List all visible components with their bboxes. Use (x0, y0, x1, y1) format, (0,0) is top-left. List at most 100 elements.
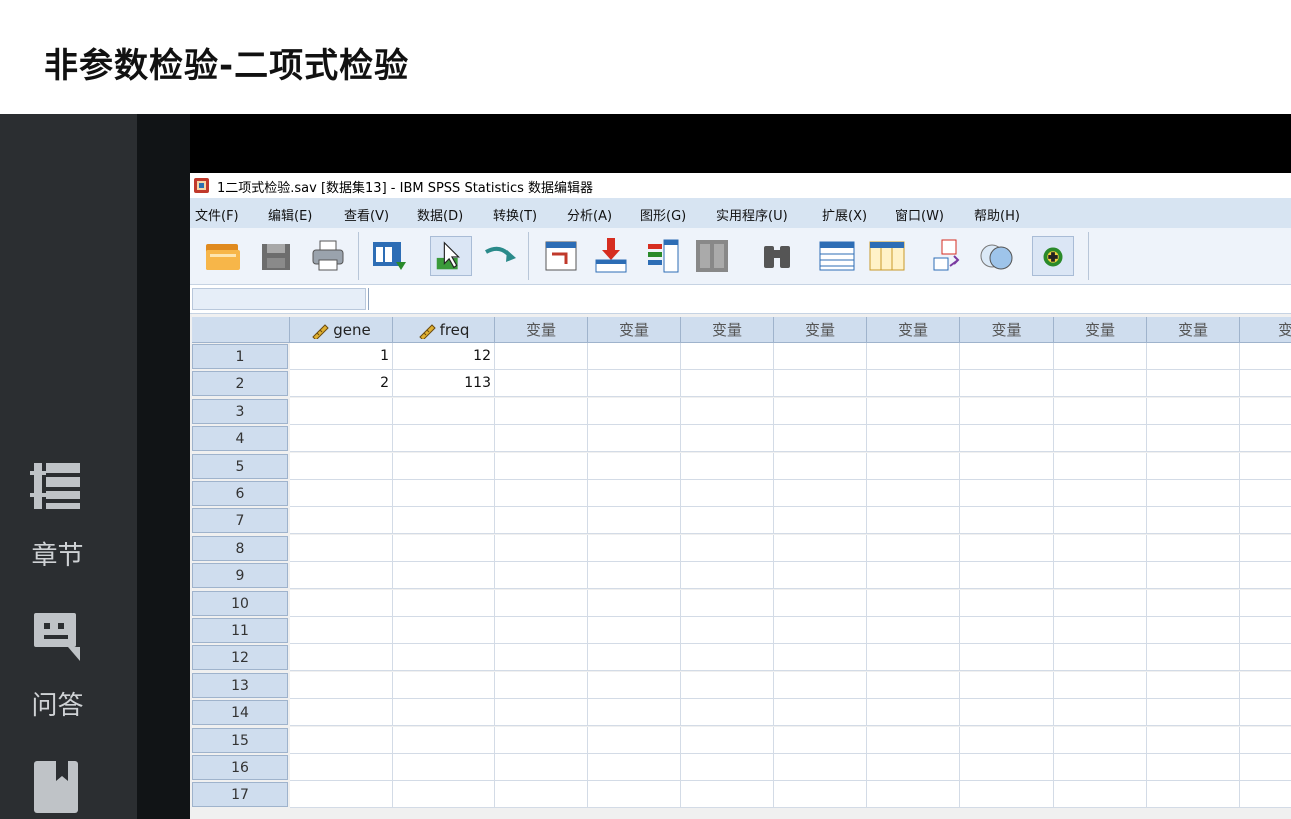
table-cell[interactable] (1240, 671, 1291, 699)
table-cell[interactable] (495, 507, 588, 535)
menu-transform[interactable]: 转换(T) (493, 205, 537, 224)
table-cell[interactable] (867, 589, 960, 617)
table-cell[interactable] (1054, 589, 1147, 617)
menu-view[interactable]: 查看(V) (344, 205, 389, 224)
table-cell[interactable] (1240, 589, 1291, 617)
table-cell[interactable] (774, 754, 867, 781)
table-cell[interactable] (867, 617, 960, 644)
table-cell[interactable] (588, 589, 681, 617)
table-cell[interactable] (681, 480, 774, 507)
table-cell[interactable] (1147, 699, 1240, 727)
table-cell[interactable] (960, 425, 1054, 453)
table-cell[interactable] (681, 644, 774, 672)
save-icon[interactable] (256, 236, 298, 276)
table-cell[interactable] (290, 699, 393, 727)
table-cell[interactable] (290, 617, 393, 644)
table-cell[interactable] (1240, 562, 1291, 590)
table-cell[interactable] (588, 781, 681, 809)
table-cell[interactable] (1240, 617, 1291, 644)
row-header[interactable]: 17 (192, 782, 288, 808)
dialog-recall-icon[interactable] (368, 236, 410, 276)
table-cell[interactable] (867, 562, 960, 590)
run-descriptives-icon[interactable] (692, 236, 734, 276)
table-cell[interactable] (774, 452, 867, 480)
cell-reference-box[interactable] (192, 288, 366, 310)
column-header-var[interactable]: 变量 (588, 317, 681, 343)
menu-edit[interactable]: 编辑(E) (268, 205, 312, 224)
table-cell[interactable] (588, 370, 681, 398)
table-cell[interactable] (393, 452, 495, 480)
table-cell[interactable] (867, 726, 960, 754)
table-cell[interactable] (588, 507, 681, 535)
table-cell[interactable] (1147, 644, 1240, 672)
table-cell[interactable] (774, 370, 867, 398)
table-cell[interactable] (495, 452, 588, 480)
table-cell[interactable] (681, 534, 774, 562)
undo-icon[interactable] (430, 236, 472, 276)
table-cell[interactable] (290, 671, 393, 699)
table-cell[interactable] (960, 754, 1054, 781)
table-cell[interactable] (867, 507, 960, 535)
table-cell[interactable] (867, 534, 960, 562)
table-cell[interactable] (1054, 452, 1147, 480)
menu-help[interactable]: 帮助(H) (974, 205, 1020, 224)
table-cell[interactable] (681, 425, 774, 453)
table-cell[interactable] (1054, 726, 1147, 754)
row-header[interactable]: 3 (192, 398, 288, 424)
table-cell[interactable] (681, 370, 774, 398)
table-cell[interactable] (1147, 370, 1240, 398)
column-header-gene[interactable]: gene (290, 317, 393, 343)
table-cell[interactable] (960, 507, 1054, 535)
table-cell[interactable] (495, 726, 588, 754)
table-cell[interactable] (681, 452, 774, 480)
table-cell[interactable] (290, 589, 393, 617)
table-cell[interactable] (393, 617, 495, 644)
table-cell[interactable] (1147, 507, 1240, 535)
table-cell[interactable] (960, 452, 1054, 480)
column-header-var[interactable]: 变量 (681, 317, 774, 343)
table-cell[interactable] (867, 452, 960, 480)
table-cell[interactable] (393, 397, 495, 425)
table-cell[interactable] (1054, 699, 1147, 727)
weight-cases-icon[interactable] (976, 236, 1018, 276)
table-cell[interactable]: 2 (290, 370, 393, 398)
table-cell[interactable] (774, 480, 867, 507)
table-cell[interactable] (290, 644, 393, 672)
table-cell[interactable] (1240, 452, 1291, 480)
table-cell[interactable] (495, 534, 588, 562)
table-cell[interactable] (588, 397, 681, 425)
table-cell[interactable] (1240, 343, 1291, 370)
table-cell[interactable] (960, 534, 1054, 562)
row-header[interactable]: 4 (192, 426, 288, 452)
table-cell[interactable] (290, 754, 393, 781)
row-header[interactable]: 14 (192, 700, 288, 726)
table-cell[interactable] (960, 726, 1054, 754)
goto-variable-icon[interactable] (590, 236, 632, 276)
table-cell[interactable] (774, 644, 867, 672)
menu-file[interactable]: 文件(F) (195, 205, 239, 224)
table-cell[interactable] (1147, 781, 1240, 809)
table-cell[interactable] (1240, 507, 1291, 535)
table-cell[interactable] (1054, 562, 1147, 590)
corner-header[interactable] (192, 317, 290, 343)
row-header[interactable]: 15 (192, 727, 288, 753)
table-cell[interactable] (960, 589, 1054, 617)
column-header-var[interactable]: 变量 (495, 317, 588, 343)
table-cell[interactable] (1240, 781, 1291, 809)
table-cell[interactable] (588, 343, 681, 370)
table-cell[interactable] (495, 781, 588, 809)
table-cell[interactable] (774, 617, 867, 644)
table-cell[interactable] (960, 370, 1054, 398)
table-cell[interactable] (495, 754, 588, 781)
table-cell[interactable] (867, 644, 960, 672)
column-header-var[interactable]: 变量 (960, 317, 1054, 343)
table-cell[interactable] (495, 589, 588, 617)
table-cell[interactable] (681, 343, 774, 370)
table-cell[interactable] (867, 754, 960, 781)
table-cell[interactable] (588, 480, 681, 507)
table-cell[interactable] (960, 343, 1054, 370)
sidebar-item-qa[interactable]: 问答 (0, 609, 137, 724)
table-cell[interactable] (774, 781, 867, 809)
table-cell[interactable] (774, 343, 867, 370)
table-cell[interactable] (588, 644, 681, 672)
